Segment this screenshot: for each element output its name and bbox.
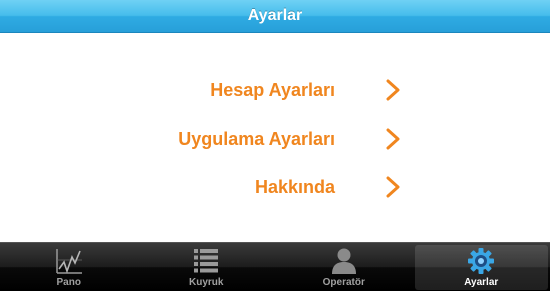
menu-item-label: Hakkında	[254, 176, 335, 197]
chevron-right-icon	[386, 128, 400, 150]
gear-icon	[468, 248, 495, 274]
chart-icon	[56, 249, 82, 274]
tab-label: Pano	[56, 277, 81, 288]
tab-ayarlar[interactable]: Ayarlar	[414, 245, 548, 290]
person-icon	[331, 248, 356, 274]
tab-kuyruk[interactable]: Kuyruk	[138, 243, 276, 291]
menu-item-about[interactable]: Hakkında	[0, 167, 550, 207]
tab-label: Kuyruk	[189, 277, 224, 288]
menu-item-app-settings[interactable]: Uygulama Ayarları	[0, 119, 550, 159]
menu-item-label: Hesap Ayarları	[210, 79, 335, 100]
menu-item-account-settings[interactable]: Hesap Ayarları	[0, 70, 550, 110]
tab-bar: Pano Kuyruk Operatör Ayarlar	[0, 242, 550, 291]
chevron-right-icon	[386, 79, 400, 101]
title-bar: Ayarlar	[0, 0, 550, 33]
chevron-right-icon	[386, 176, 400, 198]
settings-menu: Hesap Ayarları Uygulama Ayarları Hakkınd…	[0, 34, 550, 242]
tab-pano[interactable]: Pano	[0, 243, 138, 291]
tab-operator[interactable]: Operatör	[275, 243, 413, 291]
menu-item-label: Uygulama Ayarları	[178, 128, 335, 149]
tab-label: Ayarlar	[464, 277, 499, 288]
tab-label: Operatör	[322, 277, 365, 288]
list-icon	[194, 249, 219, 273]
page-title: Ayarlar	[247, 7, 303, 24]
